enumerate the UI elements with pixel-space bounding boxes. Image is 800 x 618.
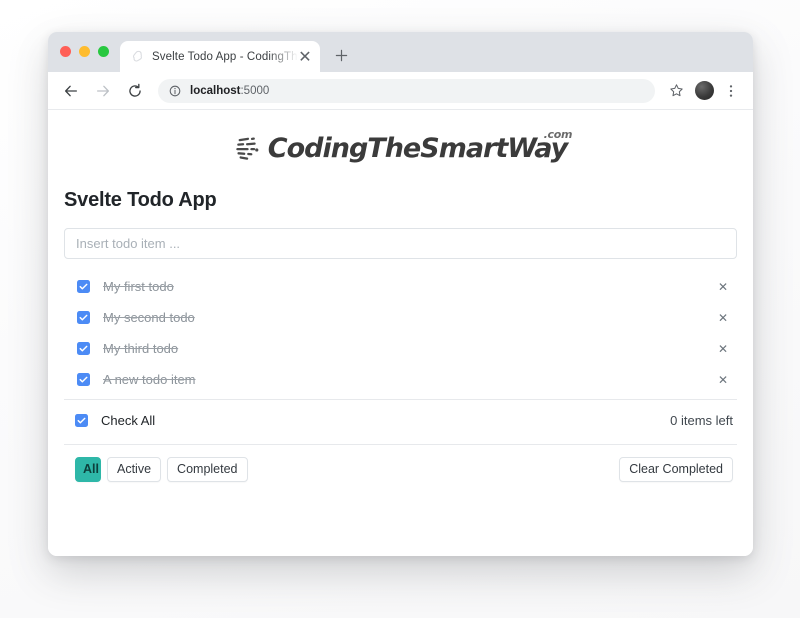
delete-todo-icon[interactable]: ✕ bbox=[715, 374, 735, 386]
browser-tab-active[interactable]: Svelte Todo App - CodingTheS ✕ bbox=[120, 41, 320, 72]
codingthesmartway-mark-icon bbox=[236, 137, 259, 160]
site-logo: CodingTheSmartWay .com bbox=[64, 110, 737, 171]
todo-list-item: My second todo ✕ bbox=[64, 302, 737, 333]
address-bar-url: localhost:5000 bbox=[190, 85, 269, 97]
logo-wordmark-text: CodingTheSmartWay bbox=[267, 132, 568, 164]
items-left-counter: 0 items left bbox=[670, 412, 733, 428]
todo-list-item: My third todo ✕ bbox=[64, 333, 737, 364]
todo-item-label: My third todo bbox=[103, 341, 179, 356]
new-todo-input[interactable] bbox=[64, 228, 737, 259]
browser-tab-title: Svelte Todo App - CodingTheS bbox=[152, 50, 298, 63]
window-close-button[interactable] bbox=[60, 46, 71, 57]
todo-list-item: My first todo ✕ bbox=[64, 271, 737, 302]
browser-window: Svelte Todo App - CodingTheS ✕ localhost… bbox=[48, 32, 753, 556]
todo-item-label: My first todo bbox=[103, 279, 174, 294]
todo-checkbox[interactable] bbox=[77, 342, 90, 355]
address-bar-port: :5000 bbox=[240, 84, 270, 97]
delete-todo-icon[interactable]: ✕ bbox=[715, 312, 735, 324]
filter-active-button[interactable]: Active bbox=[107, 457, 162, 482]
reload-icon[interactable] bbox=[122, 78, 148, 104]
browser-toolbar: localhost:5000 bbox=[48, 72, 753, 110]
browser-menu-icon[interactable] bbox=[719, 79, 743, 103]
address-bar-host: localhost bbox=[190, 84, 241, 97]
window-maximize-button[interactable] bbox=[98, 46, 109, 57]
filter-completed-button[interactable]: Completed bbox=[167, 457, 248, 482]
delete-todo-icon[interactable]: ✕ bbox=[715, 281, 735, 293]
svelte-logo-favicon bbox=[130, 50, 144, 64]
filter-button-row: All Active Completed Clear Completed bbox=[64, 457, 737, 482]
todo-list: My first todo ✕ My second todo ✕ My thir… bbox=[64, 271, 737, 395]
site-info-icon[interactable] bbox=[168, 84, 182, 98]
check-all-checkbox[interactable] bbox=[75, 413, 88, 427]
filter-all-button[interactable]: All bbox=[75, 457, 101, 482]
logo-group: CodingTheSmartWay .com bbox=[234, 129, 573, 164]
todo-footer-row: Check All 0 items left bbox=[64, 400, 737, 440]
clear-completed-button[interactable]: Clear Completed bbox=[619, 457, 733, 482]
logo-dotcom-suffix: .com bbox=[543, 127, 573, 141]
bookmark-star-icon[interactable] bbox=[664, 79, 688, 103]
back-icon[interactable] bbox=[58, 78, 84, 104]
window-controls bbox=[60, 46, 109, 57]
delete-todo-icon[interactable]: ✕ bbox=[715, 343, 735, 355]
page-title: Svelte Todo App bbox=[64, 189, 217, 211]
todo-item-label: A new todo item bbox=[103, 372, 196, 387]
address-bar[interactable]: localhost:5000 bbox=[158, 78, 655, 103]
list-divider-bottom bbox=[64, 444, 737, 445]
check-all-label: Check All bbox=[101, 412, 156, 428]
todo-item-label: My second todo bbox=[103, 310, 195, 325]
window-minimize-button[interactable] bbox=[79, 46, 90, 57]
new-tab-button[interactable] bbox=[330, 44, 352, 66]
todo-list-item: A new todo item ✕ bbox=[64, 364, 737, 395]
tab-strip: Svelte Todo App - CodingTheS ✕ bbox=[48, 32, 753, 72]
todo-checkbox[interactable] bbox=[77, 373, 90, 386]
profile-avatar[interactable] bbox=[695, 81, 714, 100]
todo-checkbox[interactable] bbox=[77, 311, 90, 324]
page-viewport: CodingTheSmartWay .com Svelte Todo App M… bbox=[48, 110, 753, 556]
logo-wordmark: CodingTheSmartWay .com bbox=[267, 129, 573, 164]
forward-icon[interactable] bbox=[90, 78, 116, 104]
todo-checkbox[interactable] bbox=[77, 280, 90, 293]
close-icon[interactable]: ✕ bbox=[298, 49, 312, 66]
